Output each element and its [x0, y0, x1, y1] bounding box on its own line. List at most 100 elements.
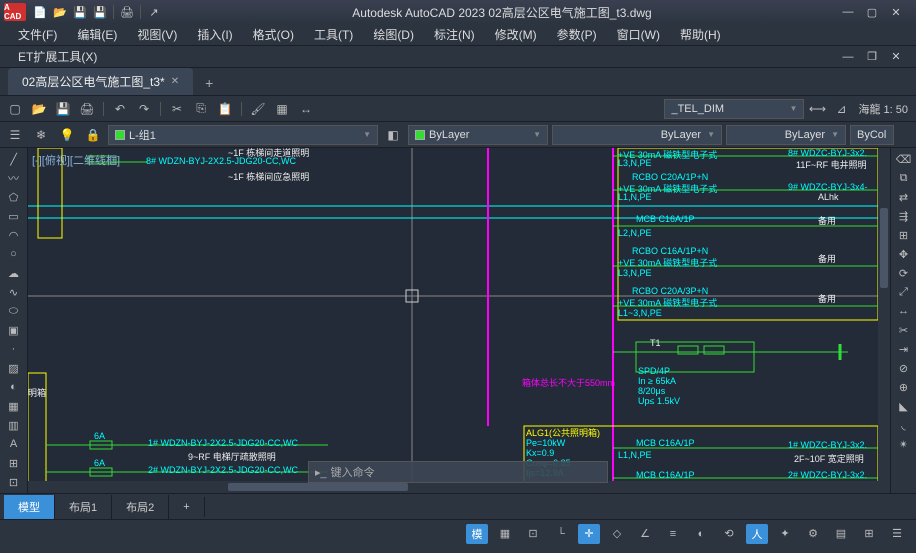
- layout-tab-add[interactable]: +: [169, 497, 204, 517]
- status-annoscale-icon[interactable]: 人: [746, 524, 768, 544]
- tool-dist[interactable]: ↔: [295, 98, 317, 120]
- close-button[interactable]: ✕: [888, 4, 904, 20]
- minimize-button[interactable]: —: [840, 4, 856, 20]
- layer-lock-icon[interactable]: 🔒: [82, 124, 104, 146]
- maximize-button[interactable]: ▢: [864, 4, 880, 20]
- child-minimize-button[interactable]: —: [840, 49, 856, 65]
- layout-tab-1[interactable]: 布局1: [55, 495, 112, 519]
- tool-table[interactable]: ▥: [3, 416, 25, 434]
- tool-array[interactable]: ⊞: [893, 226, 915, 244]
- menu-param[interactable]: 参数(P): [547, 24, 607, 45]
- tool-fillet[interactable]: ◟: [893, 416, 915, 434]
- linetype-combo[interactable]: ByLayer▼: [552, 125, 722, 145]
- tool-region[interactable]: ▦: [3, 397, 25, 415]
- tool-redo[interactable]: ↷: [133, 98, 155, 120]
- status-trans-icon[interactable]: ◐: [690, 524, 712, 544]
- drawing-viewport[interactable]: [-][俯视][二维线框]: [28, 148, 890, 493]
- status-otrack-icon[interactable]: ∠: [634, 524, 656, 544]
- tool-offset[interactable]: ⇶: [893, 207, 915, 225]
- tool-paste[interactable]: 📋: [214, 98, 236, 120]
- tool-break[interactable]: ⊘: [893, 359, 915, 377]
- tool-spline[interactable]: ∿: [3, 283, 25, 301]
- menu-file[interactable]: 文件(F): [8, 24, 67, 45]
- tool-save[interactable]: 💾: [52, 98, 74, 120]
- tool-new[interactable]: ▢: [4, 98, 26, 120]
- tool-open[interactable]: 📂: [28, 98, 50, 120]
- layer-combo[interactable]: L-组1 ▼: [108, 125, 378, 145]
- open-icon[interactable]: 📂: [50, 2, 70, 22]
- status-polar-icon[interactable]: ✛: [578, 524, 600, 544]
- menu-format[interactable]: 格式(O): [243, 24, 304, 45]
- status-lwt-icon[interactable]: ≡: [662, 524, 684, 544]
- layer-state-icon[interactable]: ❄: [30, 124, 52, 146]
- status-d1-icon[interactable]: ✦: [774, 524, 796, 544]
- tool-rotate[interactable]: ⟳: [893, 264, 915, 282]
- tool-chamfer[interactable]: ◣: [893, 397, 915, 415]
- status-osnap-icon[interactable]: ◇: [606, 524, 628, 544]
- layer-iso-icon[interactable]: ◧: [382, 124, 404, 146]
- tool-polygon[interactable]: ⬠: [3, 188, 25, 206]
- share-icon[interactable]: ↗: [144, 2, 164, 22]
- tool-arc[interactable]: ◠: [3, 226, 25, 244]
- menu-edit[interactable]: 编辑(E): [67, 24, 127, 45]
- tool-circle[interactable]: ○: [3, 245, 25, 263]
- tool-plot[interactable]: 🖨: [76, 98, 98, 120]
- tool-stretch[interactable]: ↔: [893, 302, 915, 320]
- tool-block2[interactable]: ▣: [3, 321, 25, 339]
- tool-block[interactable]: ▦: [271, 98, 293, 120]
- layout-tab-2[interactable]: 布局2: [112, 495, 169, 519]
- scrollbar-vertical[interactable]: [878, 148, 890, 493]
- tool-pline[interactable]: 〰: [3, 169, 25, 187]
- menu-view[interactable]: 视图(V): [127, 24, 187, 45]
- tool-match[interactable]: 🖌: [247, 98, 269, 120]
- status-cycle-icon[interactable]: ⟲: [718, 524, 740, 544]
- status-model[interactable]: 模: [466, 524, 488, 544]
- plotstyle-combo[interactable]: ByCol: [850, 125, 894, 145]
- tool-scale[interactable]: ⤢: [893, 283, 915, 301]
- tool-dim2[interactable]: ⊿: [830, 98, 852, 120]
- tool-hatch[interactable]: ▨: [3, 359, 25, 377]
- status-ortho-icon[interactable]: └: [550, 524, 572, 544]
- status-d2-icon[interactable]: ⚙: [802, 524, 824, 544]
- tool-trim[interactable]: ✂: [893, 321, 915, 339]
- menu-draw[interactable]: 绘图(D): [363, 24, 424, 45]
- status-d4-icon[interactable]: ⊞: [858, 524, 880, 544]
- menu-window[interactable]: 窗口(W): [607, 24, 670, 45]
- status-snap-icon[interactable]: ⊡: [522, 524, 544, 544]
- menu-help[interactable]: 帮助(H): [670, 24, 731, 45]
- tool-dim1[interactable]: ⟷: [806, 98, 828, 120]
- status-grid-icon[interactable]: ▦: [494, 524, 516, 544]
- lineweight-combo[interactable]: ByLayer▼: [726, 125, 846, 145]
- menu-dimension[interactable]: 标注(N): [424, 24, 485, 45]
- tool-join[interactable]: ⊕: [893, 378, 915, 396]
- tool-mirror[interactable]: ⇄: [893, 188, 915, 206]
- tool-point[interactable]: ·: [3, 340, 25, 358]
- tool-line[interactable]: ╱: [3, 150, 25, 168]
- tool-revcloud[interactable]: ☁: [3, 264, 25, 282]
- menu-modify[interactable]: 修改(M): [485, 24, 547, 45]
- tool-copy[interactable]: ⎘: [190, 98, 212, 120]
- saveas-icon[interactable]: 💾: [90, 2, 110, 22]
- color-combo[interactable]: ByLayer ▼: [408, 125, 548, 145]
- new-icon[interactable]: 📄: [30, 2, 50, 22]
- file-tab[interactable]: 02高层公区电气施工图_t3* ✕: [8, 68, 193, 95]
- tool-cut[interactable]: ✂: [166, 98, 188, 120]
- tool-gradient[interactable]: ◐: [3, 378, 25, 396]
- menu-insert[interactable]: 插入(I): [187, 24, 242, 45]
- tool-erase[interactable]: ⌫: [893, 150, 915, 168]
- tool-extend[interactable]: ⇥: [893, 340, 915, 358]
- tool-copy2[interactable]: ⧉: [893, 169, 915, 187]
- print-icon[interactable]: 🖨: [117, 2, 137, 22]
- status-customize-icon[interactable]: ☰: [886, 524, 908, 544]
- save-icon[interactable]: 💾: [70, 2, 90, 22]
- tool-explode[interactable]: ✴: [893, 435, 915, 453]
- viewport-label[interactable]: [-][俯视][二维线框]: [32, 152, 120, 168]
- status-d3-icon[interactable]: ▤: [830, 524, 852, 544]
- tool-ellipse[interactable]: ⬭: [3, 302, 25, 320]
- tool-misc1[interactable]: ⊞: [3, 454, 25, 472]
- tool-misc2[interactable]: ⊡: [3, 473, 25, 491]
- tool-text[interactable]: A: [3, 435, 25, 453]
- layer-on-icon[interactable]: 💡: [56, 124, 78, 146]
- child-restore-button[interactable]: ❐: [864, 49, 880, 65]
- menu-et-ext[interactable]: ET扩展工具(X): [8, 46, 107, 67]
